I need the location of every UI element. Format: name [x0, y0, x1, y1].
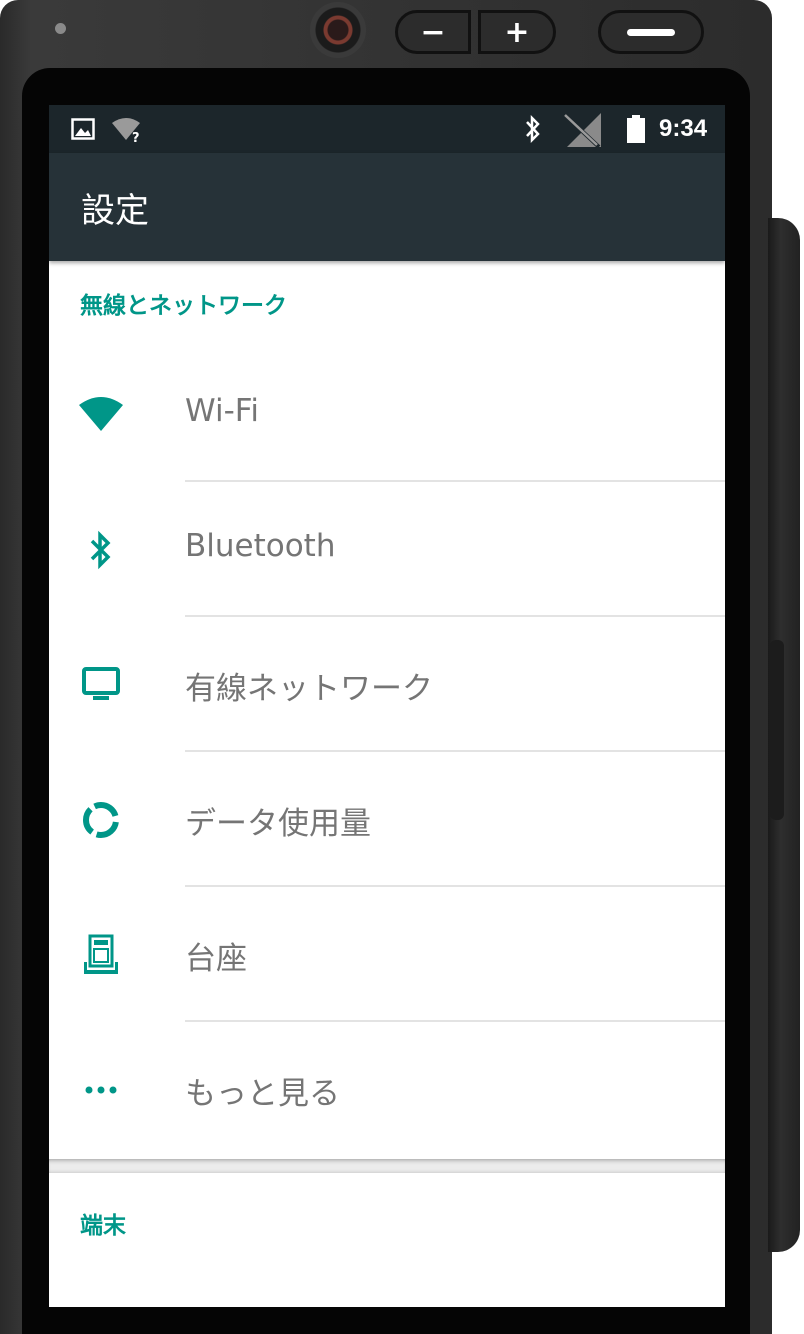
battery-icon — [627, 115, 645, 147]
status-time: 9:34 — [659, 115, 708, 142]
settings-item-more[interactable]: もっと見る — [49, 1022, 725, 1157]
settings-item-wired-network[interactable]: 有線ネットワーク — [49, 617, 725, 752]
status-bar: ? 9:34 — [49, 105, 725, 153]
more-dots-icon — [77, 1066, 125, 1114]
app-bar: 設定 — [49, 153, 725, 261]
dock-icon — [77, 931, 125, 979]
device-side-button[interactable] — [770, 640, 784, 820]
monitor-icon — [77, 661, 125, 709]
bluetooth-icon — [77, 526, 125, 574]
settings-item-label: データ使用量 — [185, 806, 371, 842]
screen: ? 9:34 設定 無線とネットワーク Wi-Fi Bluetooth 有線ネッ… — [49, 105, 725, 1307]
volume-down-button[interactable]: − — [395, 10, 471, 54]
page-title: 設定 — [81, 191, 149, 231]
device-camera — [310, 2, 366, 58]
wifi-unknown-icon: ? — [111, 117, 145, 147]
bluetooth-icon — [523, 114, 543, 147]
section-header-wireless: 無線とネットワーク — [80, 293, 287, 319]
wifi-icon — [77, 391, 125, 439]
image-icon — [71, 118, 95, 144]
settings-item-label: Wi-Fi — [185, 393, 259, 429]
svg-text:?: ? — [132, 131, 140, 143]
settings-item-label: Bluetooth — [185, 528, 336, 564]
no-signal-icon — [559, 111, 603, 153]
volume-up-button[interactable]: + — [478, 10, 556, 54]
section-header-device: 端末 — [80, 1213, 126, 1239]
card-separator — [49, 1159, 725, 1173]
settings-item-label: 台座 — [185, 941, 247, 977]
settings-item-label: 有線ネットワーク — [185, 671, 433, 707]
settings-item-wifi[interactable]: Wi-Fi — [49, 347, 725, 482]
settings-item-data-usage[interactable]: データ使用量 — [49, 752, 725, 887]
settings-item-dock[interactable]: 台座 — [49, 887, 725, 1022]
power-button[interactable] — [598, 10, 704, 54]
device-led-indicator — [55, 23, 66, 34]
data-usage-icon — [77, 796, 125, 844]
settings-item-bluetooth[interactable]: Bluetooth — [49, 482, 725, 617]
settings-item-label: もっと見る — [185, 1076, 340, 1112]
